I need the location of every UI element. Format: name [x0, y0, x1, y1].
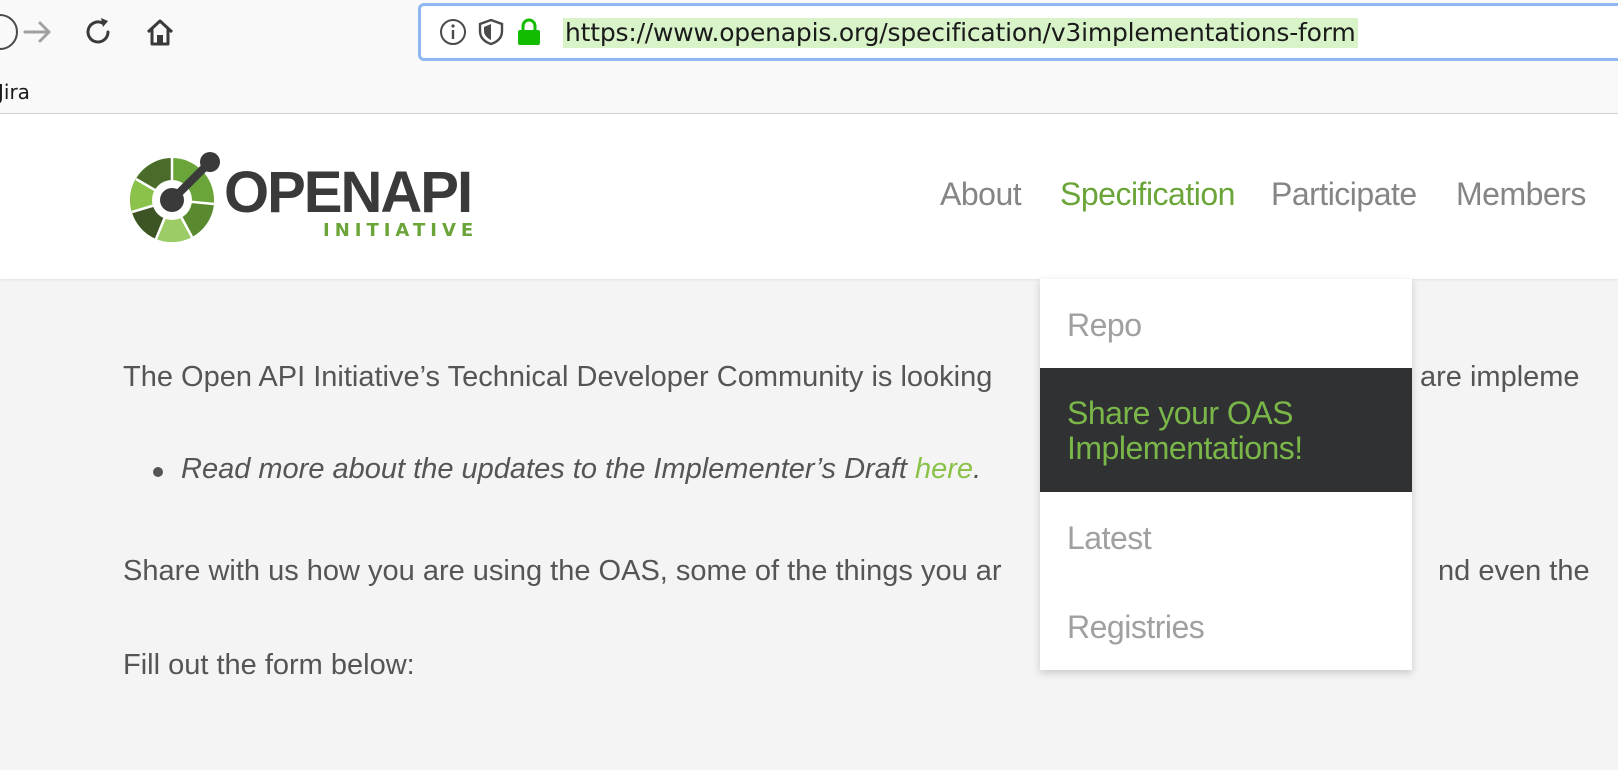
here-link[interactable]: here	[915, 453, 973, 485]
forward-arrow-icon	[23, 21, 51, 43]
intro-text-tail: are impleme	[1420, 361, 1580, 393]
reload-button[interactable]	[78, 12, 118, 52]
list-item-text: Read more about the updates to the Imple…	[181, 453, 916, 485]
share-paragraph: Share with us how you are using the OAS,…	[123, 555, 1590, 588]
nav-members[interactable]: Members	[1456, 176, 1586, 213]
forward-button[interactable]	[18, 12, 58, 52]
dropdown-item-latest[interactable]: Latest	[1040, 492, 1412, 581]
nav-specification[interactable]: Specification	[1060, 176, 1235, 213]
main-nav: About Specification Participate Members	[0, 176, 1618, 220]
back-icon	[0, 14, 18, 50]
bookmarks-bar: Jira	[0, 68, 1618, 114]
nav-about[interactable]: About	[940, 176, 1022, 213]
home-button[interactable]	[140, 12, 180, 52]
tracking-shield-icon[interactable]	[477, 18, 505, 46]
list-item-end: .	[973, 453, 982, 485]
lock-icon[interactable]	[515, 17, 543, 47]
share-text: Share with us how you are using the OAS,…	[123, 555, 1002, 587]
url-icons	[439, 6, 543, 58]
intro-text: The Open API Initiative’s Technical Deve…	[123, 361, 993, 393]
dropdown-item-share-implementations[interactable]: Share your OAS Implementations!	[1040, 368, 1412, 492]
url-bar[interactable]: https://www.openapis.org/specification/v…	[418, 3, 1618, 61]
reload-icon	[86, 18, 110, 44]
nav-participate[interactable]: Participate	[1271, 176, 1417, 213]
dropdown-item-registries[interactable]: Registries	[1040, 581, 1412, 670]
logo-subtext: INITIATIVE	[323, 220, 479, 241]
list-bullet	[153, 467, 163, 477]
url-text[interactable]: https://www.openapis.org/specification/v…	[563, 18, 1358, 48]
dropdown-item-repo[interactable]: Repo	[1040, 279, 1412, 368]
intro-paragraph: The Open API Initiative’s Technical Deve…	[123, 361, 1580, 394]
back-button[interactable]	[0, 12, 20, 52]
form-prompt: Fill out the form below:	[123, 649, 415, 681]
list-item: Read more about the updates to the Imple…	[181, 453, 981, 486]
specification-dropdown: Repo Share your OAS Implementations! Lat…	[1040, 279, 1412, 670]
bookmark-jira[interactable]: Jira	[0, 80, 30, 104]
site-header: OPENAPI INITIATIVE About Specification P…	[0, 114, 1618, 279]
home-icon	[146, 19, 174, 46]
share-text-tail: nd even the	[1438, 555, 1590, 587]
browser-toolbar: https://www.openapis.org/specification/v…	[0, 0, 1618, 68]
info-icon[interactable]	[439, 18, 467, 46]
